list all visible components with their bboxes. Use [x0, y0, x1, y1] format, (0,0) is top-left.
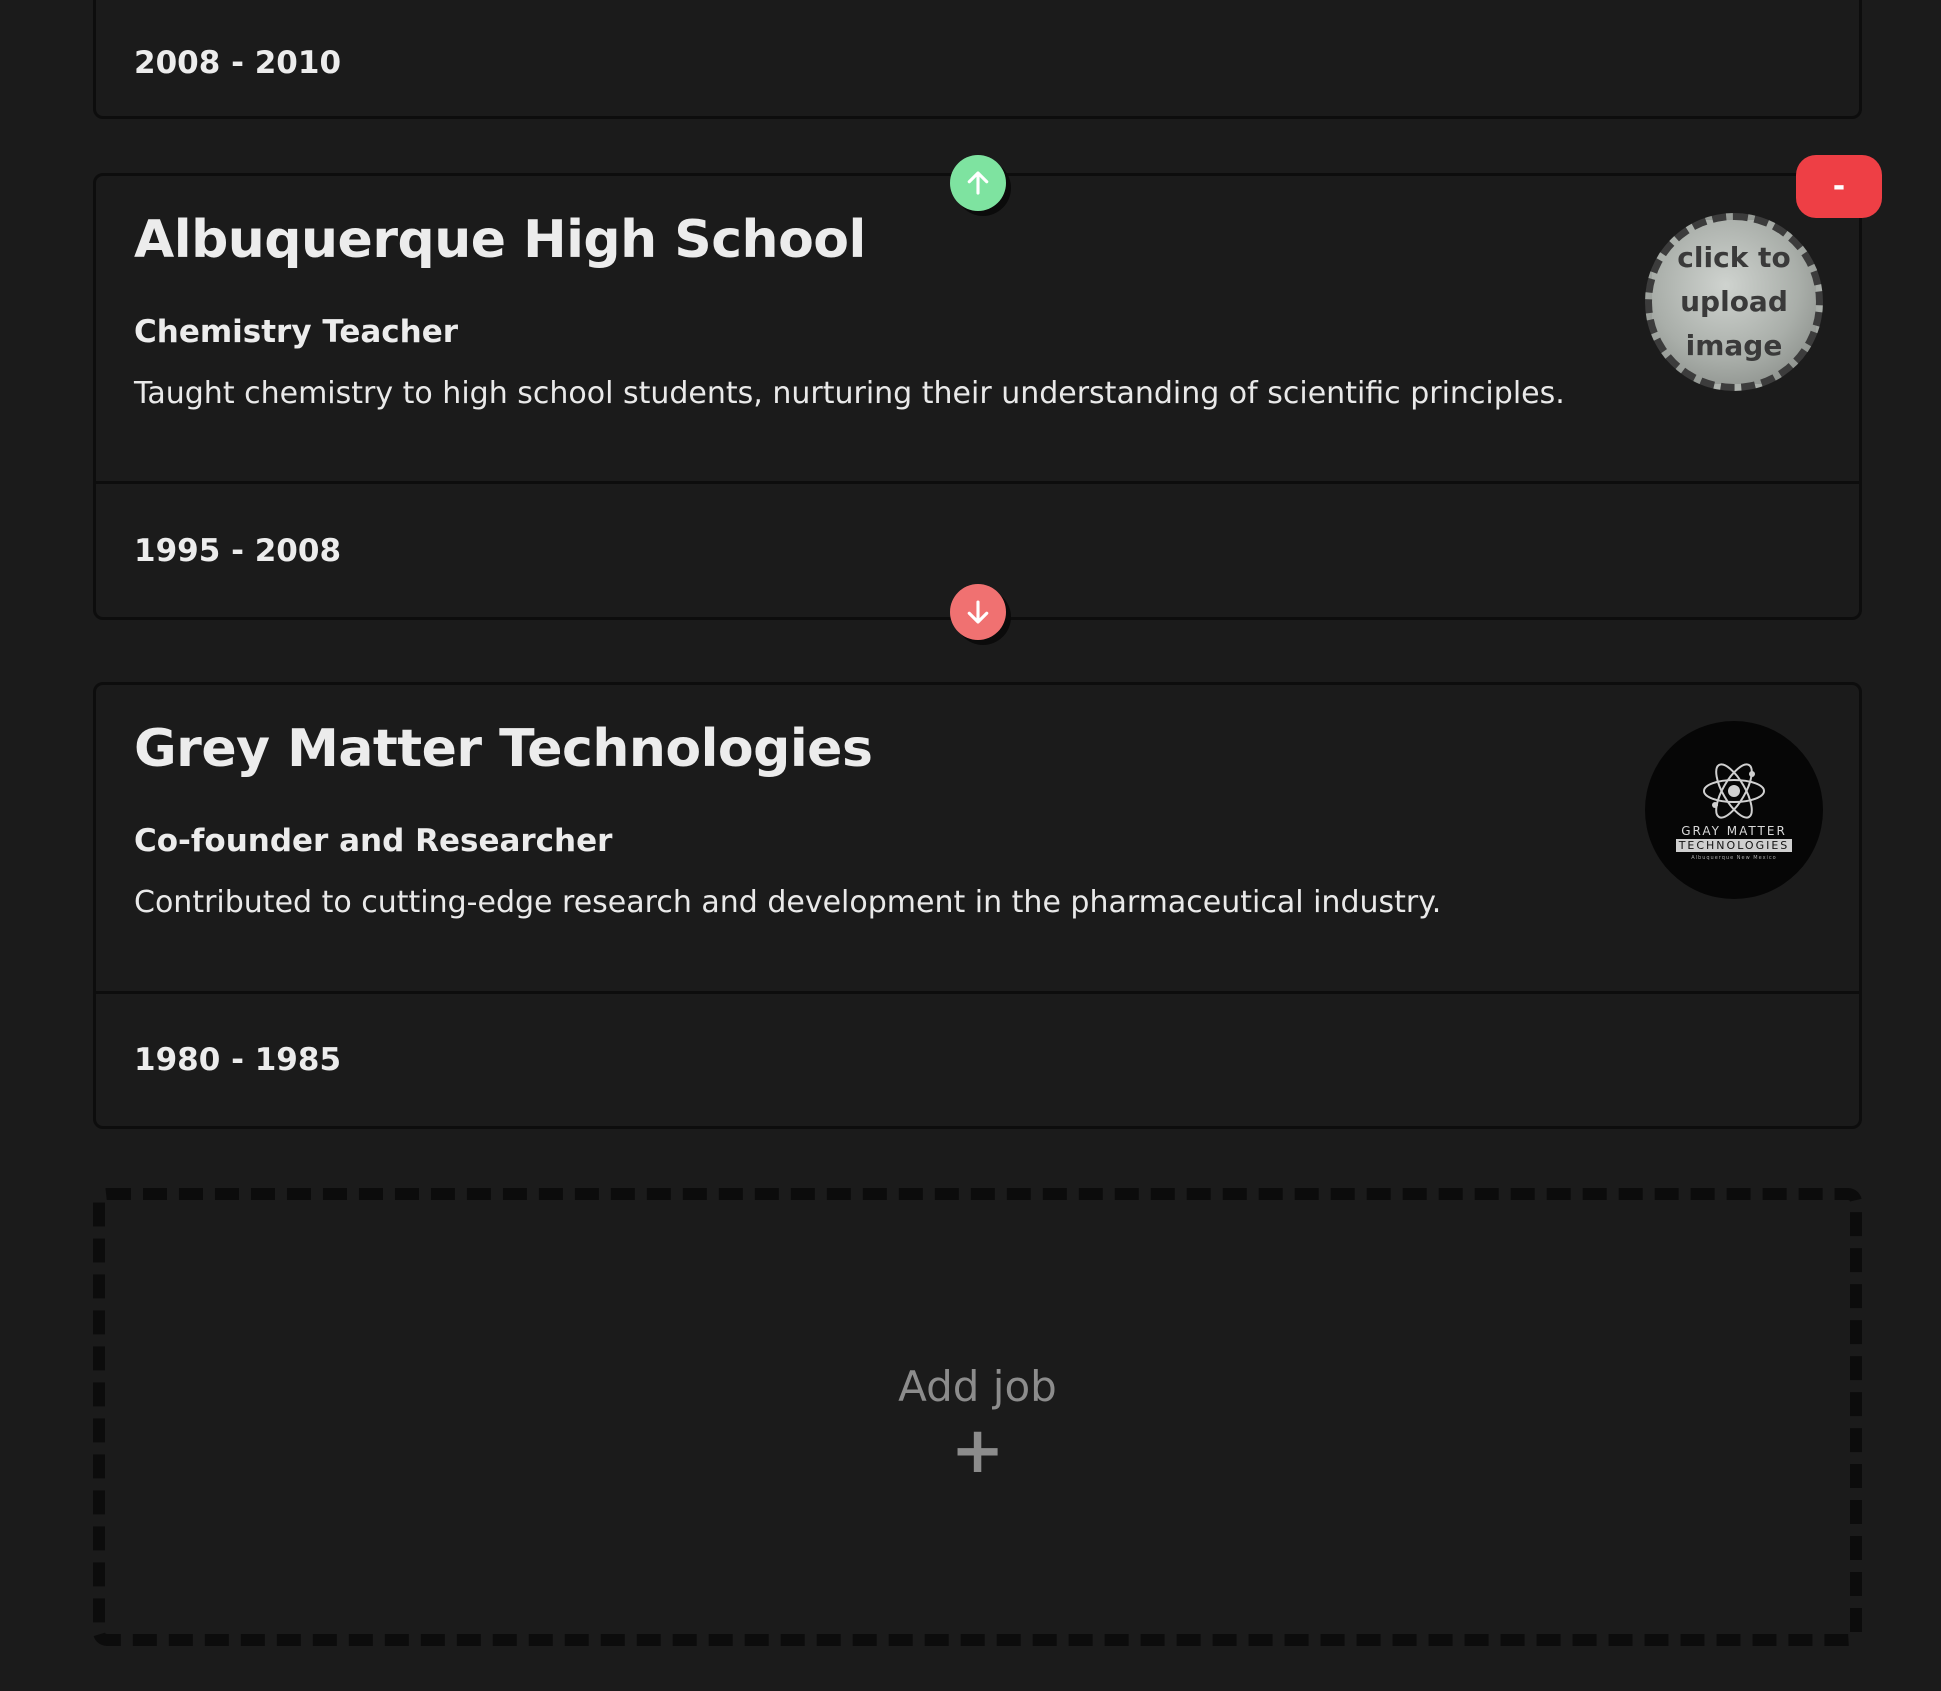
job-role[interactable]: Co-founder and Researcher — [134, 823, 1821, 859]
job-dates[interactable]: 1980 - 1985 — [134, 1042, 341, 1078]
logo-text-line3: Albuquerque New Mexico — [1691, 854, 1777, 861]
logo-text-line2: TECHNOLOGIES — [1675, 838, 1793, 852]
job-description[interactable]: Contributed to cutting-edge research and… — [134, 885, 1821, 920]
plus-icon: + — [950, 1413, 1005, 1488]
atom-icon — [1703, 762, 1765, 819]
job-card-footer: 1980 - 1985 — [96, 991, 1859, 1126]
job-card: Albuquerque High School Chemistry Teache… — [93, 173, 1862, 620]
job-card-body: Albuquerque High School Chemistry Teache… — [96, 176, 1859, 481]
job-company[interactable]: Albuquerque High School — [134, 211, 1821, 269]
remove-job-button[interactable]: - — [1796, 155, 1882, 218]
job-description[interactable]: Taught chemistry to high school students… — [134, 376, 1821, 411]
upload-image-button[interactable]: click to upload image — [1645, 213, 1823, 391]
upload-image-label: click to upload image — [1677, 241, 1791, 362]
arrow-up-icon — [967, 171, 989, 195]
company-logo[interactable]: GRAY MATTER TECHNOLOGIES Albuquerque New… — [1645, 721, 1823, 899]
job-list: 2008 - 2010 Albuquerque High School Chem… — [0, 0, 1941, 1691]
job-card-body: Grey Matter Technologies Co-founder and … — [96, 685, 1859, 991]
job-company[interactable]: Grey Matter Technologies — [134, 720, 1821, 778]
move-up-button[interactable] — [950, 155, 1006, 211]
job-role[interactable]: Chemistry Teacher — [134, 314, 1821, 350]
job-card-footer: 2008 - 2010 — [96, 0, 1859, 116]
job-dates[interactable]: 2008 - 2010 — [134, 45, 341, 81]
add-job-label: Add job — [898, 1361, 1057, 1411]
job-card: 2008 - 2010 — [93, 0, 1862, 119]
logo-text-line1: GRAY MATTER — [1681, 823, 1787, 838]
job-dates[interactable]: 1995 - 2008 — [134, 533, 341, 569]
add-job-button[interactable]: Add job + — [93, 1188, 1862, 1646]
job-card: Grey Matter Technologies Co-founder and … — [93, 682, 1862, 1129]
move-down-button[interactable] — [950, 584, 1006, 640]
arrow-down-icon — [967, 600, 989, 624]
